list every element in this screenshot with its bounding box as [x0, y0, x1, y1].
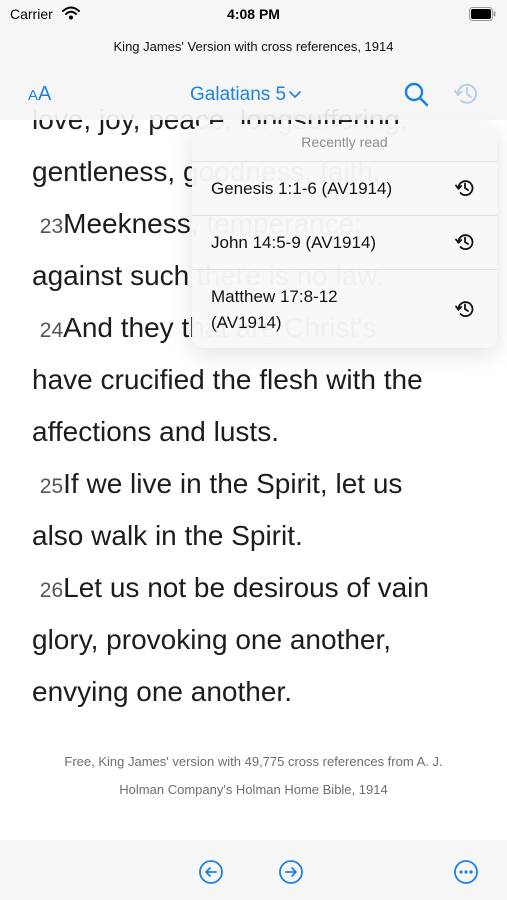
translation-note-line: Free, King James' version with 49,775 cr…	[64, 754, 443, 769]
version-header: King James' Version with cross reference…	[0, 30, 507, 68]
battery-icon	[469, 7, 496, 21]
arrow-left-circle-icon[interactable]	[198, 859, 224, 885]
verse-line: 25If we live in the Spirit, let us	[32, 458, 492, 510]
verse-line: envying one another.	[32, 666, 492, 718]
verse-text: If we live in the Spirit, let us	[63, 468, 403, 499]
navigation-bar: AA Galatians 5	[0, 68, 507, 120]
translation-note-line: Holman Company's Holman Home Bible, 1914	[119, 782, 388, 797]
verse-line: affections and lusts.	[32, 406, 492, 458]
verse-text: envying one another.	[32, 676, 292, 707]
history-icon[interactable]	[453, 80, 481, 108]
recent-item-label-continued: (AV1914)	[211, 313, 282, 332]
status-bar: Carrier 4:08 PM	[0, 0, 507, 30]
verse-number[interactable]: 26	[40, 579, 63, 602]
verse-line: also walk in the Spirit.	[32, 510, 492, 562]
version-title: King James' Version with cross reference…	[113, 39, 394, 54]
recent-item[interactable]: John 14:5-9 (AV1914)	[192, 216, 497, 270]
popover-title: Recently read	[192, 124, 497, 162]
verse-text: affections and lusts.	[32, 416, 279, 447]
recent-item-label: John 14:5-9 (AV1914)	[211, 233, 377, 252]
verse-line: have crucified the flesh with the	[32, 354, 492, 406]
bottom-toolbar	[0, 840, 507, 900]
search-icon[interactable]	[403, 81, 429, 107]
verse-text: also walk in the Spirit.	[32, 520, 303, 551]
verse-text: Let us not be desirous of vain	[63, 572, 429, 603]
verse-number[interactable]: 24	[40, 319, 63, 342]
more-circle-icon[interactable]	[453, 859, 479, 885]
verse-text: have crucified the flesh with the	[32, 364, 423, 395]
recent-item[interactable]: Matthew 17:8-12 (AV1914)	[192, 270, 497, 348]
clock-icon	[455, 301, 474, 317]
recent-item-label: Genesis 1:1-6 (AV1914)	[211, 179, 393, 198]
verse-number[interactable]: 25	[40, 475, 63, 498]
recent-item-label: Matthew 17:8-12	[211, 287, 338, 306]
chapter-selector-label: Galatians 5	[190, 84, 287, 105]
verse-line: glory, provoking one another,	[32, 614, 492, 666]
clock-icon	[455, 180, 474, 196]
arrow-right-circle-icon[interactable]	[278, 859, 304, 885]
font-size-button[interactable]: AA	[28, 82, 51, 108]
clock-icon	[455, 234, 474, 250]
recently-read-popover: Recently read Genesis 1:1-6 (AV1914) Joh…	[192, 124, 497, 348]
verse-number[interactable]: 23	[40, 215, 63, 238]
chapter-selector[interactable]: Galatians 5	[190, 83, 301, 107]
verse-line: 26Let us not be desirous of vain	[32, 562, 492, 614]
chevron-down-icon	[289, 91, 301, 98]
verse-text: glory, provoking one another,	[32, 624, 392, 655]
clock-time: 4:08 PM	[227, 6, 280, 22]
translation-note: Free, King James' version with 49,775 cr…	[0, 748, 507, 804]
recent-item[interactable]: Genesis 1:1-6 (AV1914)	[192, 162, 497, 216]
